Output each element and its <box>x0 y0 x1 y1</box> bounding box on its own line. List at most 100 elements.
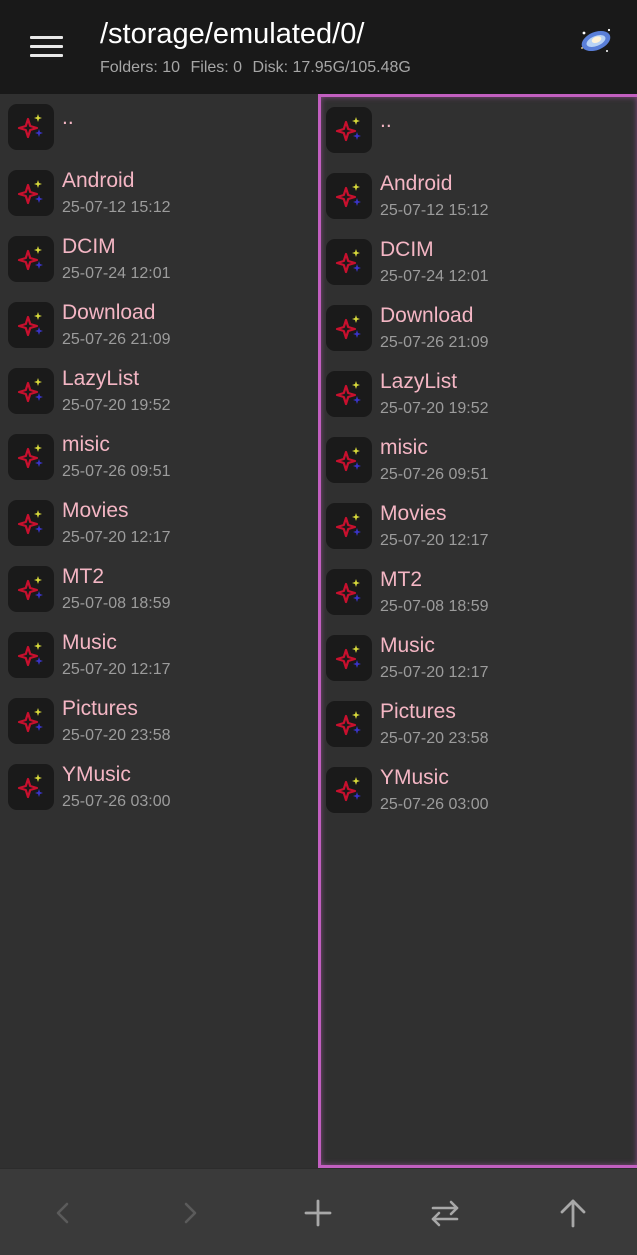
left-panel[interactable]: .. Android 25-07-12 15:12 DCIM 25-07-24 12:0… <box>0 94 318 1168</box>
parent-directory-button[interactable] <box>553 1193 593 1233</box>
folder-name: DCIM <box>62 235 116 258</box>
folder-date: 25-07-20 19:52 <box>62 397 171 414</box>
folder-icon <box>335 579 361 604</box>
folder-row[interactable]: Pictures 25-07-20 23:58 <box>0 697 318 764</box>
folder-row[interactable]: misic 25-07-26 09:51 <box>0 433 318 500</box>
folder-row[interactable]: Movies 25-07-20 12:17 <box>321 502 637 569</box>
folder-date: 25-07-08 18:59 <box>62 595 171 612</box>
folder-icon <box>326 701 372 747</box>
folder-name: misic <box>380 436 428 459</box>
folder-row[interactable]: Pictures 25-07-20 23:58 <box>321 700 637 767</box>
chevron-right-icon <box>184 1202 197 1224</box>
folder-icon <box>335 513 361 538</box>
folder-icon <box>17 246 43 271</box>
folder-icon <box>8 566 54 612</box>
storage-stats: Folders: 10 Files: 0 Disk: 17.95G/105.48… <box>100 59 417 77</box>
files-count: Files: 0 <box>190 59 243 76</box>
current-path[interactable]: /storage/emulated/0/ <box>100 18 364 51</box>
galaxy-logo-icon[interactable] <box>576 24 616 56</box>
folder-row[interactable]: YMusic 25-07-26 03:00 <box>0 763 318 830</box>
folder-icon <box>8 500 54 546</box>
folder-icon <box>8 764 54 810</box>
parent-folder-row[interactable]: .. <box>321 107 637 173</box>
disk-usage: Disk: 17.95G/105.48G <box>252 59 411 76</box>
folder-icon <box>17 642 43 667</box>
folders-count: Folders: 10 <box>100 59 181 76</box>
folder-row[interactable]: Android 25-07-12 15:12 <box>321 172 637 239</box>
folder-name: Movies <box>62 499 129 522</box>
folder-date: 25-07-20 12:17 <box>62 661 171 678</box>
folder-name: Pictures <box>62 697 138 720</box>
folder-date: 25-07-26 09:51 <box>62 463 171 480</box>
folder-icon <box>326 569 372 615</box>
folder-name: Download <box>62 301 156 324</box>
folder-row[interactable]: Music 25-07-20 12:17 <box>321 634 637 701</box>
folder-row[interactable]: YMusic 25-07-26 03:00 <box>321 766 637 833</box>
folder-row[interactable]: MT2 25-07-08 18:59 <box>321 568 637 635</box>
folder-name: LazyList <box>62 367 140 390</box>
folder-icon <box>326 107 372 153</box>
folder-icon <box>326 635 372 681</box>
folder-icon <box>326 371 372 417</box>
folder-row[interactable]: Download 25-07-26 21:09 <box>321 304 637 371</box>
parent-folder-row[interactable]: .. <box>0 104 318 170</box>
folder-icon <box>335 645 361 670</box>
folder-date: 25-07-26 21:09 <box>62 331 171 348</box>
folder-icon <box>335 117 361 142</box>
folder-name: MT2 <box>380 568 422 591</box>
folder-row[interactable]: Movies 25-07-20 12:17 <box>0 499 318 566</box>
folder-icon <box>17 180 43 205</box>
new-item-button[interactable] <box>298 1193 338 1233</box>
folder-icon <box>17 510 43 535</box>
folder-row[interactable]: MT2 25-07-08 18:59 <box>0 565 318 632</box>
folder-icon <box>8 368 54 414</box>
folder-icon <box>326 503 372 549</box>
folder-icon <box>17 576 43 601</box>
forward-button[interactable] <box>170 1193 210 1233</box>
folder-date: 25-07-12 15:12 <box>380 202 489 219</box>
folder-row[interactable]: LazyList 25-07-20 19:52 <box>321 370 637 437</box>
folder-date: 25-07-12 15:12 <box>62 199 171 216</box>
folder-icon <box>335 711 361 736</box>
folder-name: Android <box>380 172 453 195</box>
folder-date: 25-07-26 09:51 <box>380 466 489 483</box>
folder-row[interactable]: LazyList 25-07-20 19:52 <box>0 367 318 434</box>
folder-icon <box>326 767 372 813</box>
app-header: /storage/emulated/0/ Folders: 10 Files: … <box>0 0 637 94</box>
folder-icon <box>17 114 43 139</box>
plus-icon <box>304 1199 332 1227</box>
right-panel-active[interactable]: .. Android 25-07-12 15:12 DCIM 25-07-24 12:0… <box>318 94 637 1168</box>
folder-date: 25-07-08 18:59 <box>380 598 489 615</box>
folder-date: 25-07-26 03:00 <box>62 793 171 810</box>
folder-row[interactable]: DCIM 25-07-24 12:01 <box>0 235 318 302</box>
folder-name: YMusic <box>380 766 449 789</box>
bottom-toolbar <box>0 1168 637 1255</box>
hamburger-menu-icon[interactable] <box>30 36 63 58</box>
swap-panels-button[interactable] <box>425 1193 465 1233</box>
folder-icon <box>335 183 361 208</box>
folder-name: .. <box>62 106 74 129</box>
folder-row[interactable]: Android 25-07-12 15:12 <box>0 169 318 236</box>
folder-row[interactable]: Download 25-07-26 21:09 <box>0 301 318 368</box>
folder-icon <box>17 444 43 469</box>
folder-icon <box>17 312 43 337</box>
folder-icon <box>326 173 372 219</box>
folder-name: .. <box>380 109 392 132</box>
folder-icon <box>326 305 372 351</box>
folder-name: Music <box>380 634 435 657</box>
folder-date: 25-07-20 12:17 <box>62 529 171 546</box>
folder-row[interactable]: misic 25-07-26 09:51 <box>321 436 637 503</box>
back-button[interactable] <box>43 1193 83 1233</box>
folder-icon <box>326 437 372 483</box>
folder-name: Android <box>62 169 135 192</box>
folder-icon <box>8 434 54 480</box>
folder-name: Movies <box>380 502 447 525</box>
folder-date: 25-07-20 23:58 <box>62 727 171 744</box>
chevron-left-icon <box>56 1202 69 1224</box>
folder-date: 25-07-26 03:00 <box>380 796 489 813</box>
folder-row[interactable]: Music 25-07-20 12:17 <box>0 631 318 698</box>
folder-name: MT2 <box>62 565 104 588</box>
folder-date: 25-07-24 12:01 <box>380 268 489 285</box>
folder-row[interactable]: DCIM 25-07-24 12:01 <box>321 238 637 305</box>
folder-date: 25-07-20 12:17 <box>380 532 489 549</box>
